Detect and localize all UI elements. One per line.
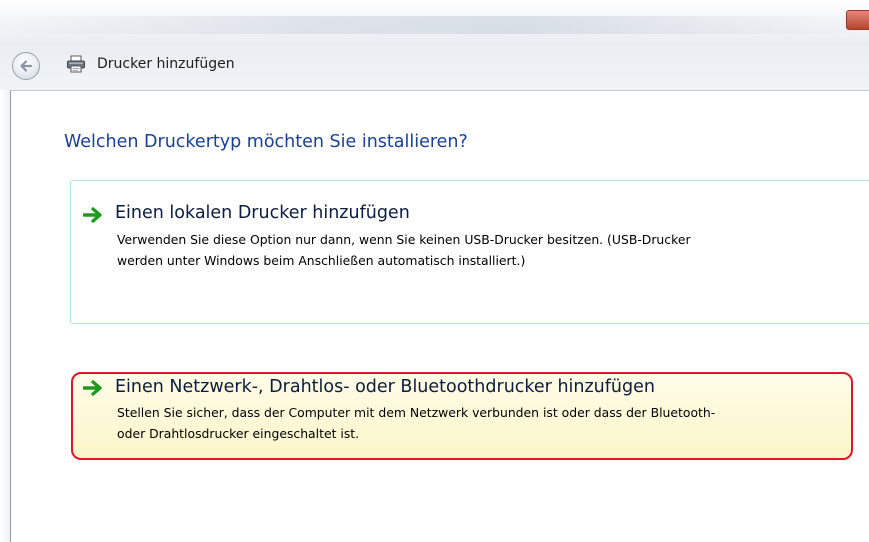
- option-description-line2: werden unter Windows beim Anschließen au…: [117, 253, 526, 268]
- add-printer-wizard: Drucker hinzufügen Welchen Druckertyp mö…: [0, 0, 869, 542]
- green-arrow-icon: [83, 207, 102, 223]
- close-button[interactable]: [846, 10, 869, 30]
- window-title: Drucker hinzufügen: [97, 56, 235, 72]
- back-button[interactable]: [12, 52, 40, 80]
- option-description-line2: oder Drahtlosdrucker eingeschaltet ist.: [117, 426, 360, 441]
- chrome-glass-stripe: [0, 16, 869, 34]
- option-description-line1: Stellen Sie sicher, dass der Computer mi…: [117, 405, 716, 420]
- option-local-printer[interactable]: Einen lokalen Drucker hinzufügen Verwend…: [70, 180, 869, 324]
- page-heading: Welchen Druckertyp möchten Sie installie…: [64, 132, 468, 152]
- back-arrow-icon: [20, 60, 33, 72]
- option-title: Einen Netzwerk-, Drahtlos- oder Bluetoot…: [115, 377, 655, 397]
- green-arrow-icon: [83, 380, 102, 396]
- option-network-printer[interactable]: Einen Netzwerk-, Drahtlos- oder Bluetoot…: [71, 372, 853, 460]
- window-left-edge: [0, 90, 10, 542]
- printer-icon: [67, 55, 85, 73]
- window-chrome: Drucker hinzufügen: [0, 0, 869, 90]
- option-title: Einen lokalen Drucker hinzufügen: [115, 203, 410, 223]
- option-description-line1: Verwenden Sie diese Option nur dann, wen…: [117, 232, 691, 247]
